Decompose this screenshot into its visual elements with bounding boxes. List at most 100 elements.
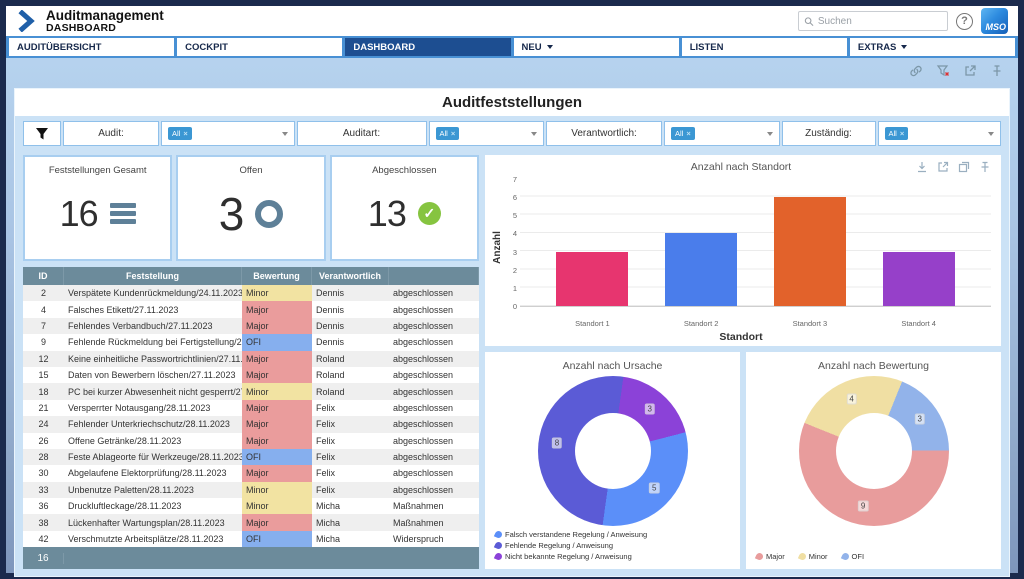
kpi-value: 13 (368, 193, 406, 235)
filter-select-auditart[interactable]: All× (429, 121, 545, 146)
legend-item[interactable]: Minor (799, 552, 828, 561)
mso-logo[interactable]: MSO (981, 8, 1008, 34)
kpi-row: Feststellungen Gesamt 16 Offen 3 (23, 155, 479, 261)
filter-button[interactable] (23, 121, 61, 146)
table-row[interactable]: 21Versperrter Notausgang/28.11.2023Major… (23, 400, 479, 416)
tab-audituebersicht[interactable]: AUDITÜBERSICHT (9, 38, 174, 56)
table-row[interactable]: 42Verschmutzte Arbeitsplätze/28.11.2023O… (23, 531, 479, 547)
fullscreen-icon[interactable] (937, 161, 949, 173)
cell-verantwortlich: Felix (312, 416, 389, 432)
cell-status: abgeschlossen (389, 367, 479, 383)
table-row[interactable]: 28Feste Ablageorte für Werkzeuge/28.11.2… (23, 449, 479, 465)
donut-chart-ursache[interactable]: 3 5 8 (538, 376, 688, 526)
legend-marker-icon (494, 530, 503, 539)
chip-remove-icon[interactable]: × (900, 129, 904, 138)
app-title: Auditmanagement (46, 9, 164, 23)
filter-chip[interactable]: All× (671, 127, 695, 140)
legend-item[interactable]: Fehlende Regelung / Anweisung (495, 541, 613, 550)
filter-label-zustaendig: Zuständig: (782, 121, 876, 146)
table-row[interactable]: 2Verspätete Kundenrückmeldung/24.11.2023… (23, 285, 479, 301)
cell-bewertung: Major (242, 318, 312, 334)
table-row[interactable]: 30Abgelaufene Elektorprüfung/28.11.2023M… (23, 465, 479, 481)
filter-select-zustaendig[interactable]: All× (878, 121, 1002, 146)
tab-neu[interactable]: NEU (514, 38, 679, 56)
table-row[interactable]: 15Daten von Bewerbern löschen/27.11.2023… (23, 367, 479, 383)
cell-id: 24 (23, 416, 64, 432)
legend-marker-icon (798, 552, 807, 561)
row-count: 16 (23, 553, 64, 564)
table-row[interactable]: 33Unbenutze Paletten/28.11.2023MinorFeli… (23, 482, 479, 498)
chip-remove-icon[interactable]: × (686, 129, 690, 138)
cell-feststellung: Feste Ablageorte für Werkzeuge/28.11.202… (64, 449, 242, 465)
table-row[interactable]: 7Fehlendes Verbandbuch/27.11.2023MajorDe… (23, 318, 479, 334)
filter-select-verantwortlich[interactable]: All× (664, 121, 780, 146)
cell-status: abgeschlossen (389, 383, 479, 399)
col-header-bewertung[interactable]: Bewertung (242, 267, 312, 285)
donut-chart-bewertung[interactable]: 3 9 4 (799, 376, 949, 526)
legend-item[interactable]: Major (756, 552, 785, 561)
cell-feststellung: PC bei kurzer Abwesenheit nicht gesperrt… (64, 383, 242, 399)
table-row[interactable]: 9Fehlende Rückmeldung bei Fertigstellung… (23, 334, 479, 350)
cell-verantwortlich: Dennis (312, 318, 389, 334)
list-icon (110, 203, 136, 224)
search-input[interactable] (818, 16, 942, 27)
bar-standort-1[interactable] (556, 252, 628, 306)
table-row[interactable]: 4Falsches Etikett/27.11.2023MajorDennisa… (23, 301, 479, 317)
download-icon[interactable] (916, 161, 928, 173)
bar-plot-area: Anzahl 76 54 32 10 (491, 179, 991, 315)
tab-dashboard[interactable]: DASHBOARD (345, 38, 510, 56)
filter-select-audit[interactable]: All× (161, 121, 295, 146)
col-header-feststellung[interactable]: Feststellung (64, 267, 242, 285)
table-row[interactable]: 26Offene Getränke/28.11.2023MajorFelixab… (23, 433, 479, 449)
table-row[interactable]: 18PC bei kurzer Abwesenheit nicht gesper… (23, 383, 479, 399)
pin-icon[interactable] (990, 64, 1004, 78)
col-header-id[interactable]: ID (23, 267, 64, 285)
legend-item[interactable]: Nicht bekannte Regelung / Anweisung (495, 552, 632, 561)
col-header-verantwortlich[interactable]: Verantwortlich (312, 267, 389, 285)
export-icon[interactable] (963, 64, 977, 78)
filter-chip[interactable]: All× (168, 127, 192, 140)
legend-item[interactable]: OFI (842, 552, 865, 561)
chip-remove-icon[interactable]: × (183, 129, 187, 138)
table-row[interactable]: 38Lückenhafter Wartungsplan/28.11.2023Ma… (23, 514, 479, 530)
cell-status: abgeschlossen (389, 433, 479, 449)
x-axis-ticks: Standort 1 Standort 2 Standort 3 Standor… (520, 315, 991, 328)
segment-value-label: 3 (645, 404, 655, 415)
col-header-status[interactable] (389, 267, 479, 285)
filter-clear-icon[interactable] (936, 64, 950, 78)
cell-feststellung: Fehlendes Verbandbuch/27.11.2023 (64, 318, 242, 334)
app-body: Auditmanagement DASHBOARD ? MSO AUDITÜBE… (6, 6, 1018, 573)
tab-extras[interactable]: EXTRAS (850, 38, 1015, 56)
search-box[interactable] (798, 11, 948, 31)
left-column: Feststellungen Gesamt 16 Offen 3 (23, 155, 479, 569)
filter-chip[interactable]: All× (436, 127, 460, 140)
filter-label: Audit: (98, 128, 124, 139)
cell-id: 28 (23, 449, 64, 465)
chip-remove-icon[interactable]: × (451, 129, 455, 138)
layers-icon[interactable] (958, 161, 970, 173)
dashboard-content: Feststellungen Gesamt 16 Offen 3 (15, 148, 1009, 576)
bar-standort-4[interactable] (883, 252, 955, 306)
table-row[interactable]: 36Druckluftleckage/28.11.2023MinorMichaM… (23, 498, 479, 514)
table-row[interactable]: 12Keine einheitliche Passwortrichtlinien… (23, 351, 479, 367)
cell-status: abgeschlossen (389, 482, 479, 498)
help-button[interactable]: ? (956, 13, 973, 30)
legend-marker-icon (494, 552, 503, 561)
tab-label: DASHBOARD (353, 42, 415, 53)
table-row[interactable]: 24Fehlender Unterkriechschutz/28.11.2023… (23, 416, 479, 432)
bar-standort-2[interactable] (665, 233, 737, 306)
tab-cockpit[interactable]: COCKPIT (177, 38, 342, 56)
filter-chip[interactable]: All× (885, 127, 909, 140)
cell-feststellung: Fehlende Rückmeldung bei Fertigstellung/… (64, 334, 242, 350)
cell-verantwortlich: Dennis (312, 301, 389, 317)
link-icon[interactable] (909, 64, 923, 78)
app-subtitle: DASHBOARD (46, 23, 164, 34)
filter-bar: Audit: All× Auditart: All× Verantwortlic… (15, 119, 1009, 148)
cell-status: Maßnahmen (389, 514, 479, 530)
x-axis-title: Standort (491, 331, 991, 343)
donut-ursache-card: Anzahl nach Ursache 3 5 8 Falsch verstan… (485, 352, 740, 569)
legend-item[interactable]: Falsch verstandene Regelung / Anweisung (495, 530, 647, 539)
bar-standort-3[interactable] (774, 197, 846, 306)
pin-icon[interactable] (979, 161, 991, 173)
tab-listen[interactable]: LISTEN (682, 38, 847, 56)
